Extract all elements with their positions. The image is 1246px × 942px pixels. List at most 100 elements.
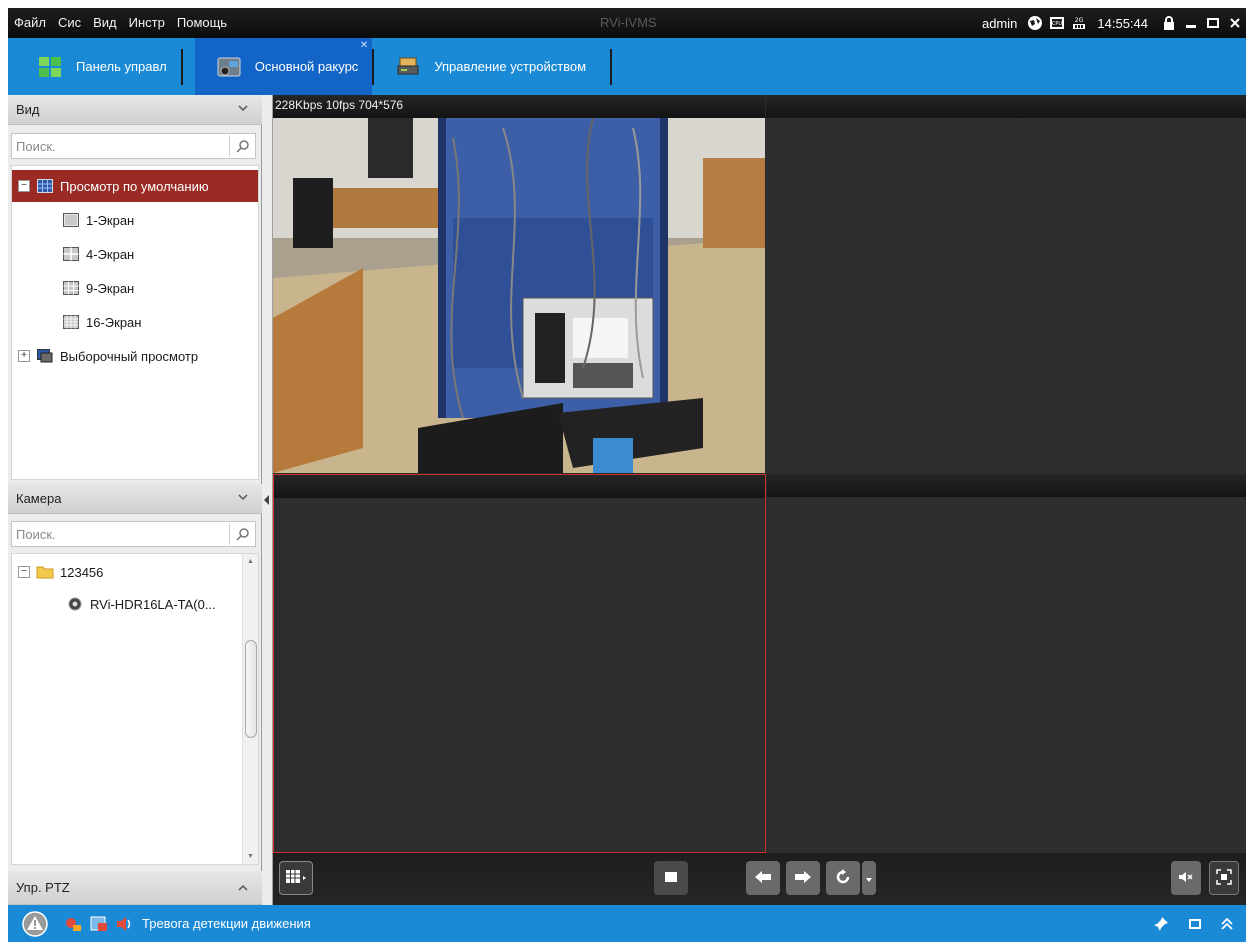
auto-switch-dropdown[interactable]: [862, 861, 876, 895]
panel-splitter[interactable]: [262, 95, 273, 905]
layout-16-icon: [62, 314, 80, 330]
network-icon: [1027, 15, 1043, 31]
alarm-text: Тревога детекции движения: [142, 916, 311, 931]
layout-4-icon: [62, 246, 80, 262]
lock-icon[interactable]: [1158, 14, 1180, 32]
ptz-panel-header[interactable]: Упр. PTZ: [8, 871, 262, 905]
collapse-left-icon[interactable]: [264, 495, 269, 505]
expand-icon[interactable]: +: [18, 350, 30, 362]
status-bar: Тревога детекции движения: [8, 905, 1246, 942]
maximize-button[interactable]: [1202, 14, 1224, 32]
auto-switch-button[interactable]: [826, 861, 860, 895]
search-icon[interactable]: [229, 135, 255, 157]
alarm-sound-icon[interactable]: [116, 915, 134, 933]
view-panel-title: Вид: [16, 102, 40, 117]
tree-item-16-screen[interactable]: 16-Экран: [62, 306, 141, 338]
tree-item-9-screen[interactable]: 9-Экран: [62, 272, 134, 304]
camera-panel-title: Камера: [16, 491, 62, 506]
warning-icon[interactable]: [22, 910, 48, 937]
ptz-panel-title: Упр. PTZ: [16, 880, 70, 895]
window-icon[interactable]: [1186, 915, 1204, 933]
layout-select-button[interactable]: [279, 861, 313, 895]
fullscreen-button[interactable]: [1209, 861, 1239, 895]
camera-panel-header[interactable]: Камера: [8, 484, 262, 514]
tree-item-camera[interactable]: RVi-HDR16LA-TA(0...: [66, 588, 216, 620]
tree-item-4-screen[interactable]: 4-Экран: [62, 238, 134, 270]
video-pane-4[interactable]: [767, 474, 1246, 853]
alarm-event-icon[interactable]: [90, 915, 108, 933]
tree-item-1-screen[interactable]: 1-Экран: [62, 204, 134, 236]
tab-label: Панель управл: [76, 59, 167, 74]
folder-icon: [36, 564, 54, 580]
module-tab-bar: Панель управл Основной ракурс ✕ Управлен…: [8, 38, 1246, 95]
tree-item-label: 4-Экран: [86, 246, 135, 262]
next-page-button[interactable]: [786, 861, 820, 895]
device-icon: [396, 56, 420, 78]
tab-close-icon[interactable]: ✕: [360, 40, 368, 51]
tree-item-default-view[interactable]: − Просмотр по умолчанию: [12, 170, 258, 202]
tab-separator: [180, 48, 183, 85]
collapse-icon[interactable]: −: [18, 180, 30, 192]
speaker-muted-icon: [1178, 870, 1194, 887]
scrollbar-thumb[interactable]: [245, 640, 257, 738]
layout-9-icon: [62, 280, 80, 296]
pane-info-bar: 228Kbps 10fps 704*576: [273, 95, 765, 118]
chevron-down-icon[interactable]: [238, 103, 248, 115]
tab-separator: [610, 48, 613, 85]
expand-up-icon[interactable]: [1218, 915, 1236, 933]
tab-label: Основной ракурс: [254, 59, 359, 74]
tree-item-label: Выборочный просмотр: [60, 348, 199, 364]
video-pane-2[interactable]: [766, 95, 1246, 473]
chevron-up-icon[interactable]: [238, 883, 248, 895]
video-pane-1[interactable]: 228Kbps 10fps 704*576: [273, 95, 765, 473]
menu-file[interactable]: Файл: [8, 8, 52, 38]
stream-info: 228Kbps 10fps 704*576: [275, 98, 404, 112]
view-search-input[interactable]: [12, 135, 229, 157]
scroll-up-icon[interactable]: ▲: [247, 558, 254, 565]
tab-device-management[interactable]: Управление устройством: [374, 38, 600, 95]
tab-control-panel[interactable]: Панель управл: [8, 38, 181, 95]
stop-all-button[interactable]: [654, 861, 688, 895]
stop-icon: [664, 871, 678, 886]
tree-item-label: RVi-HDR16LA-TA(0...: [90, 596, 216, 612]
camera-view-icon: [217, 56, 241, 78]
tab-main-view[interactable]: Основной ракурс ✕: [194, 38, 373, 95]
system-tray: admin CPU 2G 14:55:44: [982, 8, 1246, 38]
alarm-device-icon[interactable]: [64, 915, 82, 933]
fullscreen-icon: [1216, 868, 1232, 888]
previous-page-button[interactable]: [746, 861, 780, 895]
tree-item-label: 16-Экран: [86, 314, 142, 330]
menu-help[interactable]: Помощь: [171, 8, 233, 38]
camera-tree-scrollbar[interactable]: ▲ ▼: [242, 554, 258, 864]
menu-system[interactable]: Сис: [52, 8, 87, 38]
tree-item-label: Просмотр по умолчанию: [60, 178, 209, 194]
tree-item-group[interactable]: − 123456: [12, 556, 103, 588]
menu-view[interactable]: Вид: [87, 8, 123, 38]
grid-icon: [38, 56, 62, 78]
tree-item-label: 1-Экран: [86, 212, 135, 228]
minimize-button[interactable]: [1180, 14, 1202, 32]
close-button[interactable]: [1224, 14, 1246, 32]
view-panel-header[interactable]: Вид: [8, 95, 262, 125]
app-title: RVi-IVMS: [600, 15, 657, 30]
user-name[interactable]: admin: [982, 16, 1017, 31]
cpu-icon: CPU: [1049, 15, 1065, 31]
search-icon[interactable]: [229, 523, 255, 545]
view-tree: − Просмотр по умолчанию 1-Экран 4-Экран …: [11, 165, 259, 480]
video-grid: 228Kbps 10fps 704*576: [273, 95, 1246, 853]
live-video-frame: [273, 118, 765, 473]
tree-item-custom-view[interactable]: + Выборочный просмотр: [12, 340, 198, 372]
camera-search-box: [11, 521, 256, 547]
status-tools: [1144, 915, 1236, 933]
collapse-icon[interactable]: −: [18, 566, 30, 578]
tree-item-label: 9-Экран: [86, 280, 135, 296]
camera-search-input[interactable]: [12, 523, 229, 545]
video-pane-3[interactable]: [273, 474, 766, 853]
tab-label: Управление устройством: [434, 59, 587, 74]
audio-button[interactable]: [1171, 861, 1201, 895]
pin-icon[interactable]: [1152, 915, 1170, 933]
menu-tools[interactable]: Инстр: [123, 8, 171, 38]
scroll-down-icon[interactable]: ▼: [247, 853, 254, 860]
chevron-down-icon[interactable]: [238, 492, 248, 504]
clock: 14:55:44: [1097, 15, 1148, 31]
